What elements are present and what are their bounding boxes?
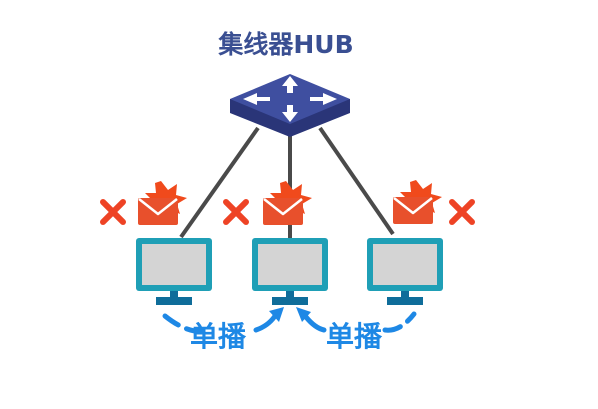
monitor-icon bbox=[367, 238, 443, 305]
unicast-label-left: 单播 bbox=[190, 320, 247, 353]
computer-middle bbox=[226, 179, 328, 305]
computer-left bbox=[103, 179, 212, 305]
flow-arrow-to-middle bbox=[253, 313, 278, 333]
unicast-hub-diagram: 集线器HUB 单播 单播 bbox=[0, 30, 598, 353]
monitor-icon bbox=[252, 238, 328, 305]
hub-title: 集线器HUB bbox=[217, 30, 353, 59]
red-x-icon bbox=[103, 202, 123, 222]
monitor-icon bbox=[136, 238, 212, 305]
unicast-label-right: 单播 bbox=[326, 320, 383, 353]
computer-right bbox=[367, 178, 472, 305]
mail-burst-icon bbox=[261, 179, 314, 227]
red-x-icon bbox=[452, 202, 472, 222]
mail-burst-icon bbox=[391, 178, 444, 226]
red-x-icon bbox=[226, 202, 246, 222]
hub-device bbox=[230, 74, 350, 137]
cable-right bbox=[318, 126, 395, 236]
mail-burst-icon bbox=[136, 179, 189, 227]
flow-arrow-from-middle bbox=[303, 314, 327, 333]
flow-arrow-right bbox=[382, 311, 417, 333]
